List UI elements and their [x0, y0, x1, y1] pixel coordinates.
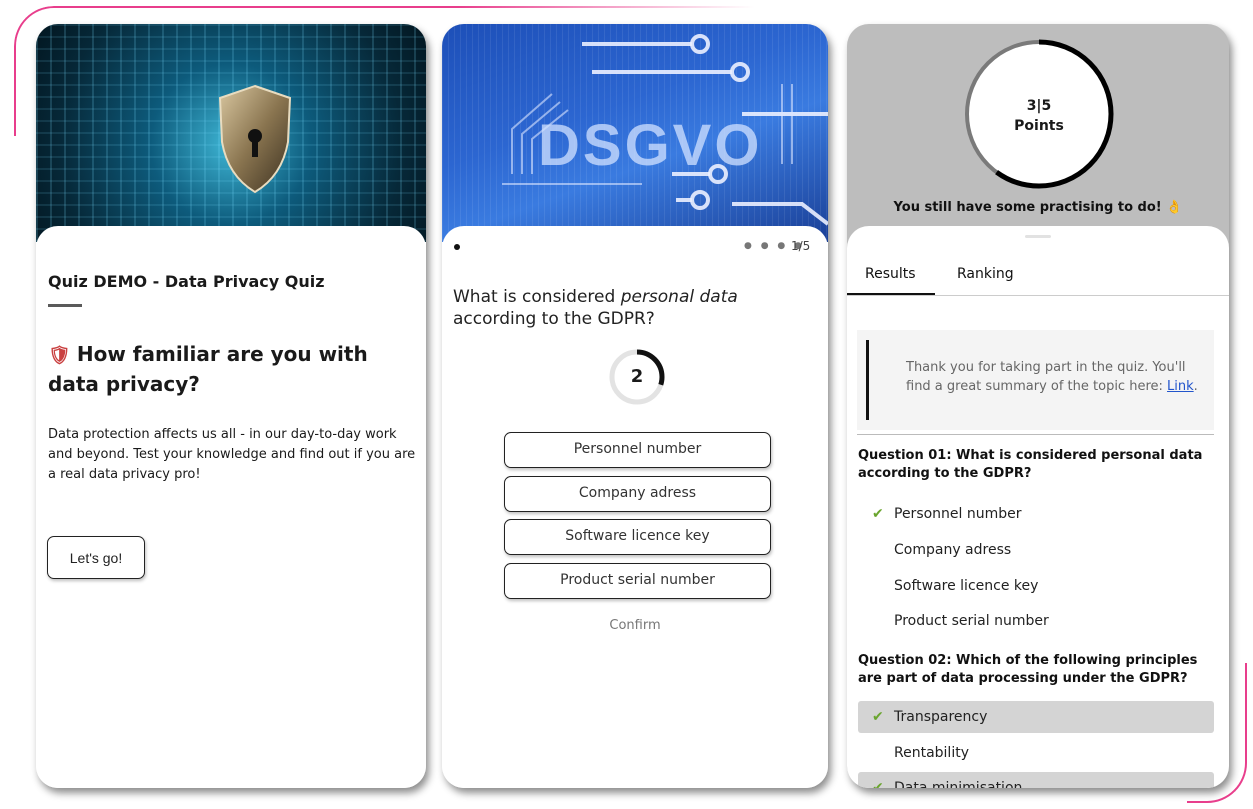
quiz-title: Quiz DEMO - Data Privacy Quiz	[48, 272, 325, 291]
answer-option[interactable]: Personnel number	[504, 432, 771, 468]
result-option: Rentability	[894, 745, 969, 761]
drag-handle[interactable]	[1025, 235, 1051, 238]
question-title: Question 01: What is considered personal…	[858, 448, 1203, 481]
quiz-question-card: DSGVO ● ● ● ● 1/5 What is considered per…	[442, 24, 828, 788]
quote-bar	[866, 340, 869, 420]
question-text: What is considered personal data accordi…	[453, 287, 738, 329]
thank-you-box: Thank you for taking part in the quiz. Y…	[857, 330, 1214, 430]
quiz-results-card: 3|5 Points You still have some practisin…	[847, 24, 1229, 788]
section-divider	[857, 434, 1214, 435]
result-option: Software licence key	[894, 578, 1039, 594]
score-display: 3|5 Points	[959, 96, 1119, 136]
result-option: Company adress	[894, 542, 1012, 558]
score-value: 3|5	[1026, 98, 1052, 114]
intro-panel: Quiz DEMO - Data Privacy Quiz 🛡 How famil…	[36, 226, 426, 788]
question-panel: ● ● ● ● 1/5 What is considered personal …	[442, 226, 828, 788]
shield-lock-icon	[218, 84, 292, 194]
results-panel: Results Ranking Thank you for taking par…	[847, 226, 1229, 788]
tab-ranking[interactable]: Ranking	[957, 266, 1014, 282]
title-divider	[48, 304, 82, 307]
summary-link[interactable]: Link	[1167, 379, 1194, 394]
shield-icon: 🛡	[48, 345, 71, 366]
result-option: ✔ Personnel number	[858, 498, 1214, 530]
current-step-dot	[454, 244, 460, 250]
dsgvo-label: DSGVO	[538, 113, 763, 178]
thank-you-text: Thank you for taking part in the quiz. Y…	[906, 360, 1198, 394]
check-icon: ✔	[872, 709, 884, 725]
question-title: Question 02: Which of the following prin…	[858, 653, 1198, 686]
tabs-divider	[847, 295, 1229, 296]
score-label: Points	[1014, 118, 1064, 134]
result-option: Product serial number	[894, 613, 1049, 629]
ok-hand-icon: 👌	[1166, 200, 1183, 215]
cyber-security-image	[36, 24, 426, 242]
answer-option[interactable]: Software licence key	[504, 519, 771, 555]
quiz-heading: 🛡 How familiar are you with data privacy?	[48, 340, 408, 398]
result-option: ✔ Transparency	[858, 701, 1214, 733]
check-icon: ✔	[872, 506, 884, 522]
quiz-intro-card: Quiz DEMO - Data Privacy Quiz 🛡 How famil…	[36, 24, 426, 788]
answer-option[interactable]: Product serial number	[504, 563, 771, 599]
result-option: ✔ Data minimisation	[858, 772, 1214, 788]
timer-value: 2	[630, 366, 644, 387]
check-icon: ✔	[872, 780, 884, 788]
result-message: You still have some practising to do! 👌	[893, 200, 1183, 215]
tab-results[interactable]: Results	[865, 266, 916, 282]
quiz-description: Data protection affects us all - in our …	[48, 427, 416, 482]
confirm-button[interactable]: Confirm	[442, 618, 828, 633]
dsgvo-image: DSGVO	[442, 24, 828, 242]
step-counter: 1/5	[791, 239, 811, 253]
answer-option[interactable]: Company adress	[504, 476, 771, 512]
start-quiz-button[interactable]: Let's go!	[47, 536, 145, 579]
quiz-heading-text: How familiar are you with data privacy?	[48, 342, 368, 396]
